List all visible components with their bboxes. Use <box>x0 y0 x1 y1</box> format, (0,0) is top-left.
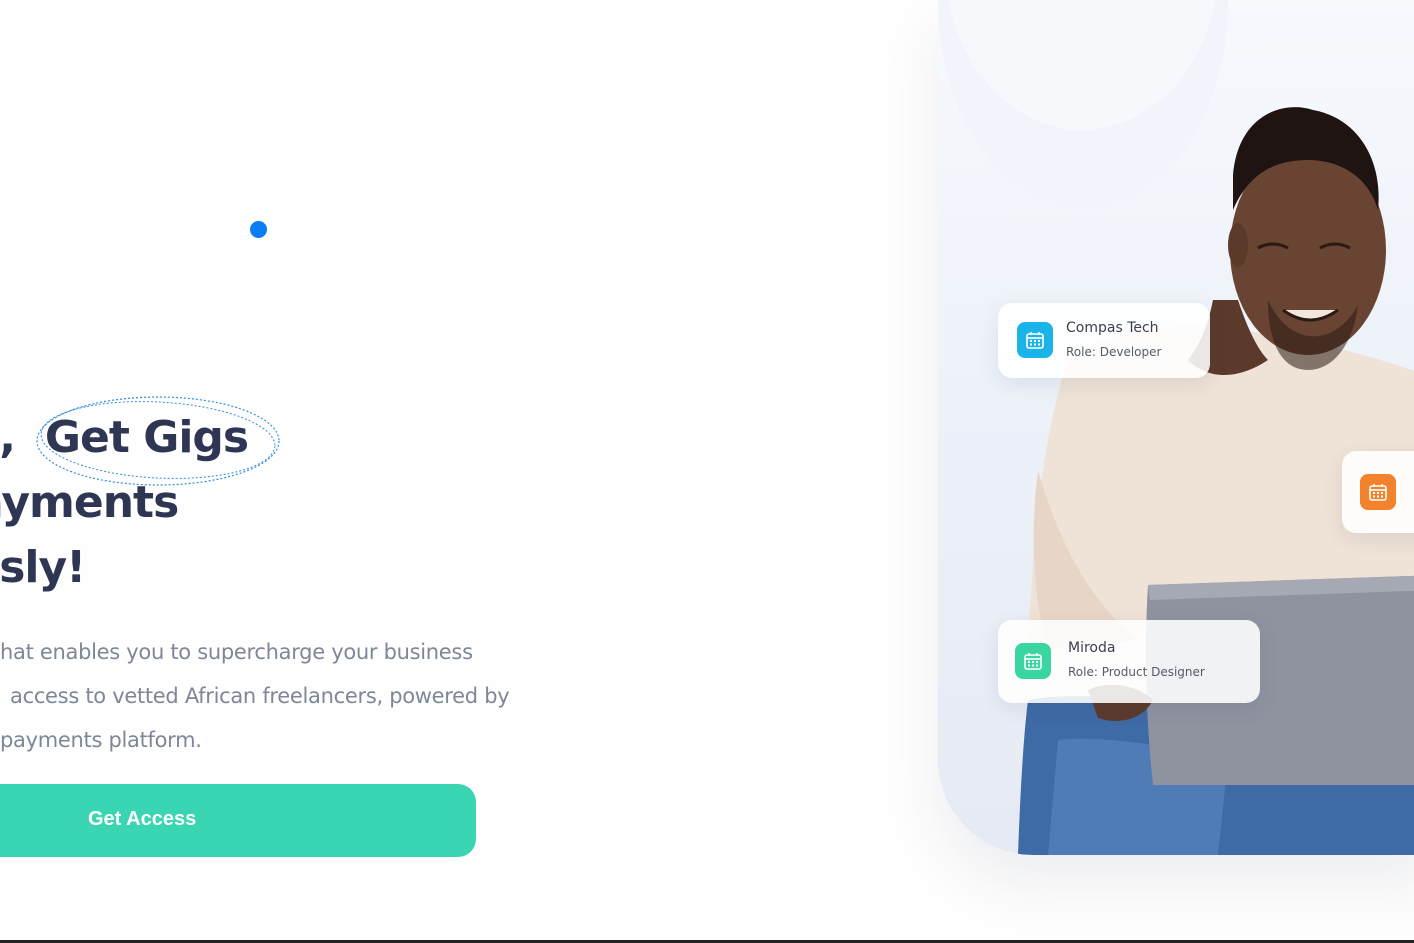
get-access-label: Get Access <box>88 808 197 830</box>
card-role: Role: Product Designer <box>1068 665 1205 679</box>
calendar-icon <box>1360 474 1396 510</box>
calendar-icon <box>1015 643 1051 679</box>
subtext-line1: hat enables you to supercharge your busi… <box>0 640 473 664</box>
freelancer-photo <box>1018 107 1414 855</box>
subtext-line2: access to vetted African freelancers, po… <box>10 684 510 708</box>
headline-line3: ssly! <box>0 542 86 593</box>
headline-line2: ayments <box>0 477 179 528</box>
hero-image-panel <box>938 0 1414 855</box>
accent-dot <box>250 221 267 238</box>
card-title: Miroda <box>1068 640 1116 656</box>
freelancer-card-compas-tech[interactable]: Compas Tech Role: Developer <box>998 303 1210 378</box>
hero-subtext: hat enables you to supercharge your busi… <box>0 630 572 762</box>
freelancer-card-miroda[interactable]: Miroda Role: Product Designer <box>998 620 1260 703</box>
card-role: Role: Developer <box>1066 345 1162 359</box>
card-title: Compas Tech <box>1066 320 1159 336</box>
subtext-line3: payments platform. <box>0 728 202 752</box>
freelancer-card-partial[interactable] <box>1342 451 1414 533</box>
get-access-button[interactable]: Get Access <box>0 784 476 857</box>
headline-highlight: Get Gigs <box>44 412 249 463</box>
hero-headline: s, Get Gigs ayments ssly! <box>0 406 252 601</box>
calendar-icon <box>1017 322 1053 358</box>
landing-page: s, Get Gigs ayments ssly! hat enables you… <box>0 0 1414 943</box>
headline-line1-prefix: s, <box>0 412 16 463</box>
